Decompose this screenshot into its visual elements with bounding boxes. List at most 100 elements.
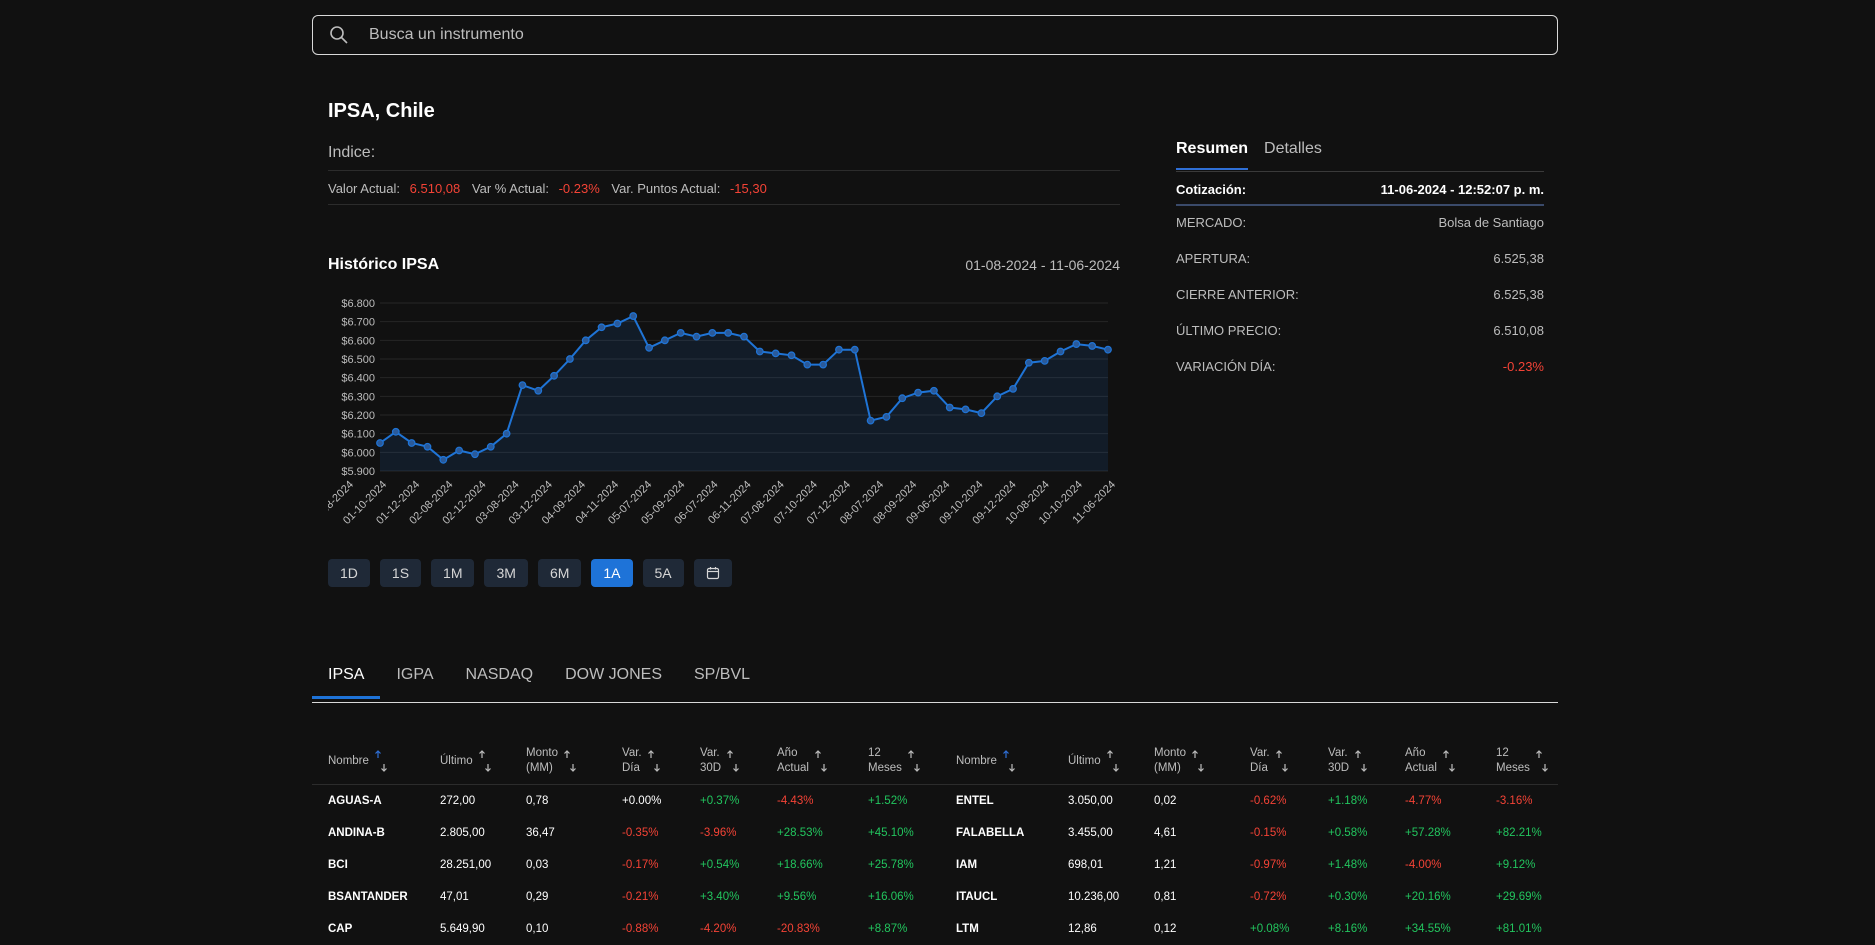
data-point [708, 328, 717, 337]
table-cell: AGUAS-A [328, 795, 382, 807]
y-tick-label: $6.100 [341, 429, 375, 441]
data-point [597, 323, 606, 332]
sort-icon[interactable] [478, 750, 491, 772]
data-point [550, 371, 558, 380]
period-button-6m[interactable]: 6M [537, 559, 582, 587]
history-chart: $6.800 $6.700 $6.600 $6.500 $6.400 $6.300 $6.2… [328, 298, 1118, 527]
table-cell: BCI [328, 859, 348, 871]
table-cell: IAM [956, 859, 978, 871]
detail-row-variacion-dia: VARIACIÓN DÍA: -0.23% [1176, 359, 1544, 374]
column-header[interactable]: Monto (MM) [526, 744, 576, 778]
tab-detalles[interactable]: Detalles [1264, 140, 1322, 170]
column-header[interactable]: Último [1068, 744, 1119, 778]
sort-icon[interactable] [727, 750, 740, 772]
detail-row-cierre-anterior: CIERRE ANTERIOR: 6.525,38 [1176, 287, 1544, 302]
table-cell: +0.30% [1328, 891, 1368, 903]
tab-sp-bvl[interactable]: SP/BVL [678, 660, 766, 699]
period-button-5a[interactable]: 5A [642, 559, 684, 587]
sort-icon[interactable] [1443, 750, 1455, 772]
data-point [755, 347, 764, 356]
search-input[interactable] [367, 25, 1557, 45]
tab-dow-jones[interactable]: DOW JONES [549, 660, 678, 699]
table-cell: LTM [956, 923, 979, 935]
table-cell: -0.62% [1250, 795, 1287, 807]
column-header[interactable]: Var. 30D [700, 744, 740, 778]
table-cell: 10.236,00 [1068, 891, 1120, 903]
instrument-type-label: Indice: [328, 144, 376, 161]
sort-icon[interactable] [907, 750, 920, 772]
detail-label: ÚLTIMO PRECIO: [1176, 323, 1282, 338]
detail-label: MERCADO: [1176, 215, 1247, 230]
sort-icon[interactable] [1192, 750, 1204, 772]
table-cell: BSANTANDER [328, 891, 408, 903]
y-tick-label: $5.900 [341, 466, 375, 478]
column-header-label: Nombre [956, 754, 997, 767]
data-point [740, 332, 748, 341]
data-point [1088, 342, 1097, 350]
column-header-label: Var. 30D [700, 747, 722, 774]
period-button-3m[interactable]: 3M [484, 559, 528, 587]
table-cell: +20.16% [1405, 891, 1451, 903]
detail-value: 6.525,38 [1493, 287, 1544, 302]
history-title: Histórico IPSA [328, 256, 440, 273]
data-point [486, 442, 495, 451]
period-button-1m[interactable]: 1M [431, 559, 475, 587]
y-tick-label: $6.000 [341, 447, 375, 459]
sort-icon[interactable] [1275, 750, 1288, 772]
data-point [724, 328, 733, 337]
data-point [676, 328, 685, 337]
table-cell: +0.37% [700, 795, 740, 807]
sort-icon[interactable] [647, 750, 660, 772]
column-header[interactable]: Último [440, 744, 491, 778]
instrument-title: IPSA, Chile [328, 100, 435, 122]
table-cell: 0,78 [526, 795, 549, 807]
sort-icon[interactable] [1106, 750, 1119, 772]
column-header[interactable]: Nombre [956, 744, 1015, 778]
calendar-button[interactable] [693, 559, 732, 587]
table-cell: 698,01 [1068, 859, 1104, 871]
data-point [534, 386, 543, 395]
period-button-1s[interactable]: 1S [379, 559, 422, 587]
valor-actual-value: 6.510,08 [409, 181, 461, 196]
column-header[interactable]: Var. 30D [1328, 744, 1368, 778]
column-header-label: Último [440, 754, 473, 767]
summary-tabs: Resumen Detalles [1176, 140, 1322, 170]
column-header[interactable]: Año Actual [1405, 744, 1455, 778]
calendar-icon [706, 566, 720, 580]
search-bar[interactable] [312, 15, 1558, 55]
sort-icon[interactable] [564, 750, 576, 772]
sort-icon[interactable] [1355, 750, 1368, 772]
table-cell: 3.050,00 [1068, 795, 1113, 807]
data-point [771, 349, 780, 358]
sort-icon[interactable] [815, 750, 827, 772]
data-point [819, 360, 828, 369]
table-cell: -0.97% [1250, 859, 1287, 871]
tab-igpa[interactable]: IGPA [380, 660, 449, 699]
tab-resumen[interactable]: Resumen [1176, 140, 1249, 170]
divider [312, 784, 1558, 785]
tab-nasdaq[interactable]: NASDAQ [450, 660, 550, 699]
table-cell: 47,01 [440, 891, 469, 903]
detail-label: VARIACIÓN DÍA: [1176, 359, 1276, 374]
column-header[interactable]: Año Actual [777, 744, 827, 778]
column-header[interactable]: Monto (MM) [1154, 744, 1204, 778]
table-cell: -0.35% [622, 827, 659, 839]
table-cell: -0.88% [622, 923, 659, 935]
data-point [1072, 340, 1081, 348]
tab-ipsa[interactable]: IPSA [312, 660, 381, 699]
column-header[interactable]: 12 Meses [1496, 744, 1548, 778]
column-header[interactable]: Var. Día [622, 744, 660, 778]
var-pts-label: Var. Puntos Actual: [611, 181, 721, 196]
column-header[interactable]: Var. Día [1250, 744, 1288, 778]
sort-icon[interactable] [1002, 750, 1015, 772]
table-cell: 4,61 [1154, 827, 1177, 839]
table-cell: +1.52% [868, 795, 908, 807]
period-button-1d[interactable]: 1D [328, 559, 370, 587]
period-button-1a[interactable]: 1A [591, 559, 633, 587]
sort-icon[interactable] [374, 750, 387, 772]
column-header-label: Var. 30D [1328, 747, 1350, 774]
column-header[interactable]: 12 Meses [868, 744, 920, 778]
sort-icon[interactable] [1535, 750, 1548, 772]
column-header[interactable]: Nombre [328, 744, 387, 778]
table-cell: +0.58% [1328, 827, 1368, 839]
